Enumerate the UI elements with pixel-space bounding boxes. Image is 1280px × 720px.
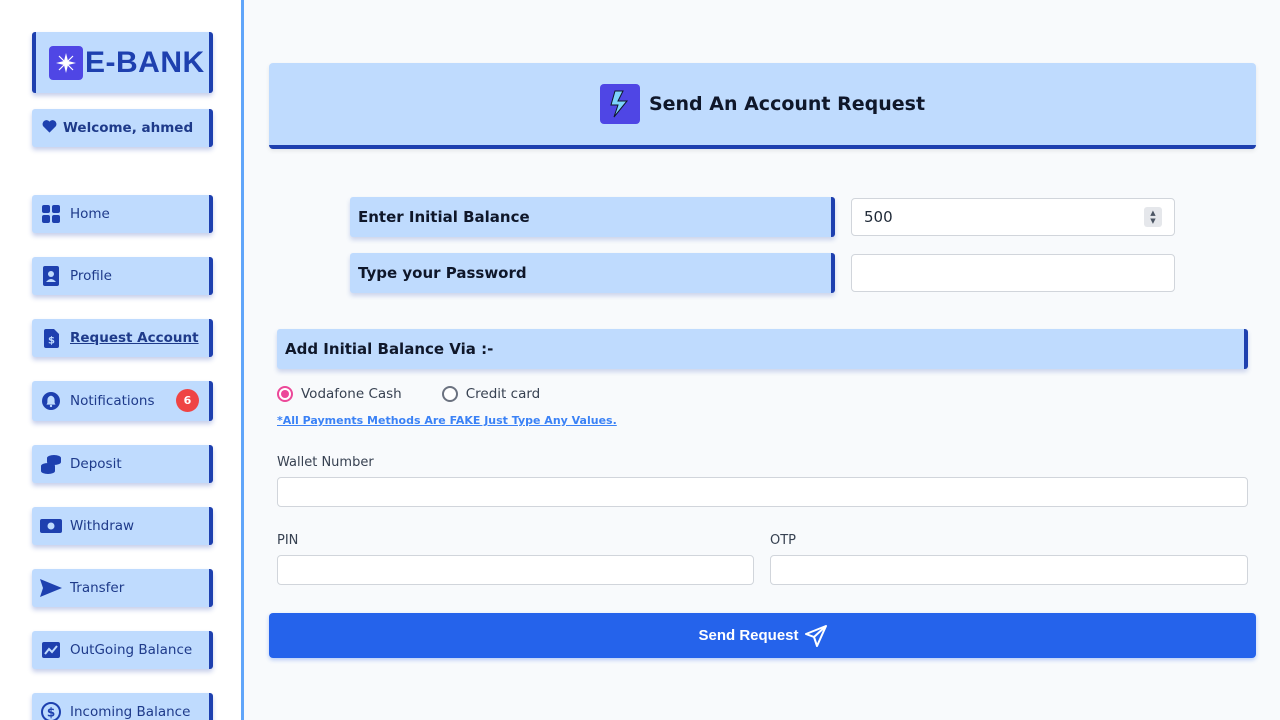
sidebar-item-incoming-balance[interactable]: $ Incoming Balance (32, 693, 213, 720)
dollar-document-icon: $ (40, 327, 62, 349)
password-label: Type your Password (350, 253, 835, 293)
radio-label: Credit card (465, 386, 541, 402)
wallet-number-input[interactable] (277, 477, 1248, 507)
svg-text:$: $ (47, 706, 55, 720)
number-spinner[interactable]: ▲ ▼ (1144, 207, 1162, 227)
radio-vodafone-cash[interactable]: Vodafone Cash (277, 386, 402, 402)
welcome-text: Welcome, ahmed (63, 120, 194, 136)
radio-label: Vodafone Cash (301, 386, 402, 402)
radio-credit-card[interactable]: Credit card (441, 386, 541, 402)
welcome-banner: Welcome, ahmed (32, 109, 213, 147)
radio-button[interactable] (441, 386, 458, 402)
payment-method-group: Vodafone Cash Credit card (277, 386, 580, 402)
paper-plane-icon (804, 624, 827, 647)
fake-payment-note[interactable]: *All Payments Methods Are FAKE Just Type… (277, 414, 617, 427)
sidebar-item-profile[interactable]: Profile (32, 257, 213, 295)
sidebar-item-label: Home (70, 206, 110, 222)
sidebar-item-label: Notifications (70, 393, 155, 409)
sidebar: E-BANK Welcome, ahmed Home Profile $ Req… (0, 0, 244, 720)
sidebar-item-withdraw[interactable]: Withdraw (32, 507, 213, 545)
otp-label: OTP (770, 533, 797, 548)
brand-name: E-BANK (85, 45, 205, 79)
sidebar-item-home[interactable]: Home (32, 195, 213, 233)
sparkle-icon (49, 45, 83, 80)
send-request-button[interactable]: Send Request (269, 613, 1256, 658)
payment-section-title: Add Initial Balance Via :- (277, 329, 1248, 369)
chart-up-icon (40, 639, 62, 661)
sidebar-item-label: Withdraw (70, 518, 135, 534)
radio-button-selected[interactable] (277, 386, 293, 402)
notification-count-badge: 6 (176, 389, 199, 412)
sidebar-item-deposit[interactable]: Deposit (32, 445, 213, 483)
initial-balance-label: Enter Initial Balance (350, 197, 835, 237)
svg-text:$: $ (48, 335, 55, 346)
spinner-down-icon[interactable]: ▼ (1150, 217, 1155, 225)
page-header: Send An Account Request (269, 63, 1256, 149)
password-input[interactable] (851, 254, 1175, 292)
wallet-number-label: Wallet Number (277, 455, 374, 470)
send-icon (40, 577, 62, 599)
page-title: Send An Account Request (648, 93, 926, 115)
heart-icon (42, 119, 57, 137)
otp-input[interactable] (770, 555, 1248, 585)
dollar-circle-icon: $ (40, 701, 62, 720)
sidebar-item-label: OutGoing Balance (70, 642, 193, 658)
brand-logo[interactable]: E-BANK (32, 32, 213, 93)
sidebar-item-transfer[interactable]: Transfer (32, 569, 213, 607)
sidebar-item-label: Request Account (70, 330, 199, 346)
sidebar-item-request-account[interactable]: $ Request Account (32, 319, 213, 357)
grid-icon (40, 203, 62, 225)
bell-icon (40, 390, 62, 412)
coins-icon (40, 453, 62, 475)
pin-label: PIN (277, 533, 299, 548)
send-request-label: Send Request (698, 627, 799, 644)
sidebar-item-label: Profile (70, 268, 112, 284)
sidebar-item-label: Transfer (70, 580, 125, 596)
sidebar-item-label: Deposit (70, 456, 122, 472)
sidebar-item-label: Incoming Balance (70, 704, 191, 720)
lightning-icon (599, 84, 640, 124)
spinner-up-icon[interactable]: ▲ (1150, 209, 1155, 217)
initial-balance-input[interactable] (851, 198, 1175, 236)
banknote-icon (40, 515, 62, 537)
sidebar-item-notifications[interactable]: Notifications 6 (32, 381, 213, 421)
pin-input[interactable] (277, 555, 754, 585)
sidebar-item-outgoing-balance[interactable]: OutGoing Balance (32, 631, 213, 669)
profile-card-icon (40, 265, 62, 287)
